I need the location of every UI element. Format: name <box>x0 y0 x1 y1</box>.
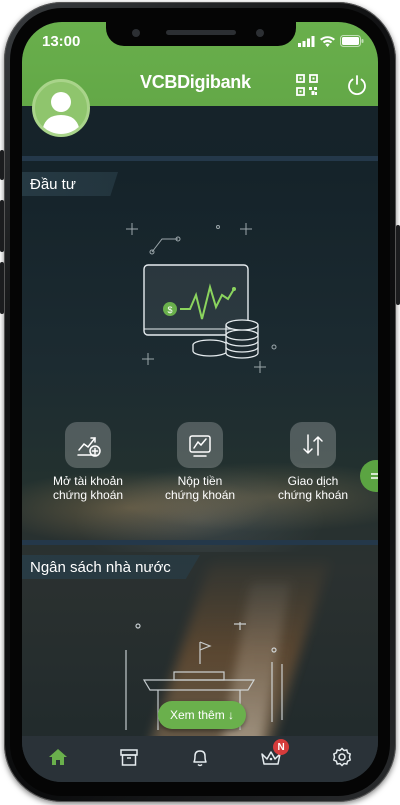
power-icon[interactable] <box>346 74 368 96</box>
camera-dot <box>132 29 140 37</box>
brand-logo-vcb: VCB <box>140 72 178 92</box>
investment-title-text: Đầu tư <box>30 175 76 193</box>
home-icon <box>48 749 67 765</box>
bell-icon <box>193 750 207 767</box>
state-budget-section-title: Ngân sách nhà nước <box>22 555 200 579</box>
qr-code-icon[interactable] <box>296 74 318 96</box>
tab-home[interactable] <box>38 739 78 775</box>
phone-notch <box>106 22 296 46</box>
mute-switch <box>0 150 4 180</box>
rewards-badge: N <box>273 739 290 755</box>
brand-logo-digibank: Digibank <box>177 72 251 92</box>
volume-down-button <box>0 262 4 314</box>
signal-icon <box>298 35 315 47</box>
wifi-icon <box>320 35 335 47</box>
trade-securities-button[interactable]: Giao dịch chứng khoán <box>258 422 368 502</box>
open-account-chart-icon <box>77 437 101 457</box>
see-more-button[interactable]: Xem thêm ↓ <box>158 701 247 729</box>
bottom-tab-bar: N <box>22 736 378 782</box>
open-account-label-1: Mở tài khoản <box>53 474 123 488</box>
budget-title-text: Ngân sách nhà nước <box>30 558 171 576</box>
deposit-label-1: Nộp tiền <box>177 474 223 488</box>
open-account-label-2: chứng khoán <box>52 488 124 502</box>
exchange-arrows-icon <box>303 434 323 456</box>
trade-label-2: chứng khoán <box>277 488 349 502</box>
trade-label-1: Giao dịch <box>287 474 339 488</box>
app-screen: 13:00 VCBDigibank Đầu tư $ Mở tài khoản … <box>22 22 378 782</box>
svg-text:$: $ <box>167 305 172 315</box>
battery-icon <box>340 35 364 47</box>
stock-chart-coins-illustration: $ <box>126 223 277 373</box>
deposit-label-2: chứng khoán <box>164 488 236 502</box>
tab-settings[interactable] <box>322 739 362 775</box>
box-icon <box>120 749 138 766</box>
deposit-securities-button[interactable]: Nộp tiền chứng khoán <box>145 422 255 502</box>
menu-lines-icon <box>371 473 378 479</box>
tab-notifications[interactable] <box>180 739 220 775</box>
status-icons <box>298 35 364 47</box>
volume-up-button <box>0 200 4 252</box>
speaker-grille <box>166 30 236 35</box>
investment-actions: Mở tài khoản chứng khoán Nộp tiền chứng … <box>22 422 378 512</box>
deposit-chart-icon <box>189 435 211 457</box>
tab-rewards[interactable]: N <box>251 739 291 775</box>
user-avatar[interactable] <box>32 79 90 137</box>
user-silhouette-icon <box>42 92 80 134</box>
power-button <box>396 225 400 305</box>
sensor-dot <box>256 29 264 37</box>
brand-logo: VCBDigibank <box>140 72 251 93</box>
open-securities-account-button[interactable]: Mở tài khoản chứng khoán <box>33 422 143 502</box>
status-time: 13:00 <box>42 33 81 50</box>
investment-section-title: Đầu tư <box>22 172 118 196</box>
section-divider <box>22 156 378 161</box>
section-divider-2 <box>22 540 378 545</box>
tab-products[interactable] <box>109 739 149 775</box>
see-more-label: Xem thêm ↓ <box>170 708 235 722</box>
deposit-icon-box <box>177 422 223 468</box>
gear-icon <box>333 747 352 767</box>
open-account-icon-box <box>65 422 111 468</box>
trade-icon-box <box>290 422 336 468</box>
